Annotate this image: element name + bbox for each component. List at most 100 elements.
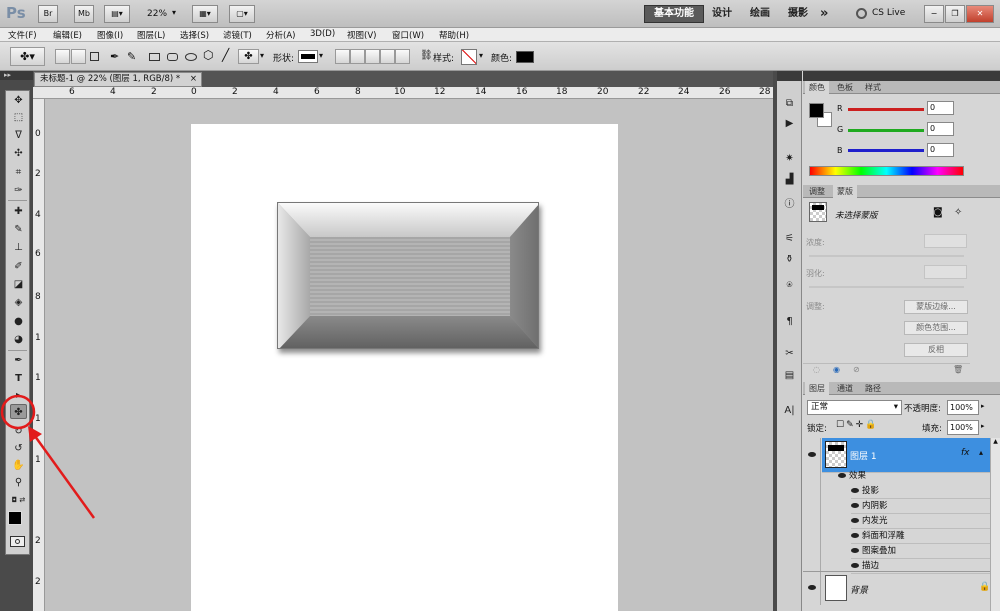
pen-tool-icon[interactable]: ✒ — [10, 353, 27, 368]
tab-swatches[interactable]: 色板 — [833, 81, 857, 94]
channel-g-value[interactable]: 0 — [927, 122, 954, 136]
color-swatch[interactable] — [516, 51, 534, 63]
layers-scrollbar[interactable]: ▲ — [990, 438, 1000, 611]
restore-button[interactable]: ❐ — [945, 5, 965, 23]
effect-bevel-emboss[interactable]: 斜面和浮雕 — [851, 529, 998, 544]
eyedropper-icon[interactable]: ✑ — [10, 183, 27, 198]
more-workspaces-button[interactable]: » — [820, 5, 828, 23]
pixel-mask-icon[interactable]: ◙ — [933, 207, 943, 218]
marquee-tool-icon[interactable]: ⬚ — [10, 110, 27, 125]
mask-edge-button[interactable]: 蒙版边缘... — [904, 300, 968, 314]
type-tool-icon[interactable]: T — [10, 371, 27, 386]
menu-image[interactable]: 图像(I) — [97, 29, 123, 41]
paint-bucket-icon[interactable]: ◈ — [10, 295, 27, 310]
document-canvas[interactable] — [191, 124, 618, 611]
zoom-level[interactable]: 22% — [147, 9, 167, 19]
tab-color[interactable]: 颜色 — [805, 81, 829, 94]
document-tab[interactable]: 未标题-1 @ 22% (图层 1, RGB/8) * × — [34, 72, 202, 87]
workspace-photography[interactable]: 摄影 — [788, 5, 808, 23]
menu-3d[interactable]: 3D(D) — [310, 29, 335, 39]
effect-drop-shadow[interactable]: 投影 — [851, 484, 998, 499]
channel-g-slider[interactable] — [848, 129, 924, 132]
lock-icons[interactable]: ☐✎✛🔒 — [836, 420, 878, 430]
screen-mode-button[interactable]: ▢▾ — [229, 5, 255, 23]
layer-row-background[interactable]: 背景 🔒 — [822, 572, 990, 605]
menu-view[interactable]: 视图(V) — [347, 29, 376, 41]
rounded-rectangle-icon[interactable] — [167, 53, 178, 61]
subtract-area-icon[interactable] — [365, 49, 380, 64]
channel-b-slider[interactable] — [848, 149, 924, 152]
add-area-icon[interactable] — [350, 49, 365, 64]
exclude-area-icon[interactable] — [395, 49, 410, 64]
lasso-tool-icon[interactable]: ᐁ — [10, 128, 27, 143]
healing-brush-icon[interactable]: ✚ — [10, 204, 27, 219]
freeform-pen-icon[interactable]: ✎ — [127, 50, 136, 63]
quick-mask-icon[interactable] — [10, 536, 25, 547]
effect-pattern-overlay[interactable]: 图案叠加 — [851, 544, 998, 559]
view-mask-icon[interactable]: ◉ — [833, 365, 840, 374]
history-icon[interactable]: ⧉ — [781, 96, 798, 111]
measurement-icon[interactable]: ▤ — [781, 368, 798, 383]
disable-mask-icon[interactable]: ⊘ — [853, 365, 860, 374]
menu-window[interactable]: 窗口(W) — [392, 29, 424, 41]
info-icon[interactable]: ⓘ — [781, 197, 798, 212]
layer-row-1[interactable]: 图层 1 fx ▴ — [822, 438, 990, 472]
layer1-visibility[interactable] — [803, 438, 821, 472]
pen-icon[interactable]: ✒ — [110, 50, 119, 63]
channel-r-value[interactable]: 0 — [927, 101, 954, 115]
navigator-icon[interactable]: ✷ — [781, 151, 798, 166]
move-tool-icon[interactable]: ✥ — [10, 93, 27, 108]
rectangle-tool-icon[interactable] — [149, 53, 160, 61]
view-extras-button[interactable]: ▤▾ — [104, 5, 130, 23]
fx-icon[interactable]: fx — [961, 448, 970, 458]
mini-bridge-button[interactable]: Mb — [74, 5, 94, 23]
tool-presets-icon[interactable]: ⍟ — [781, 278, 798, 293]
delete-mask-icon[interactable]: 🗑 — [953, 365, 963, 374]
paragraph-icon[interactable]: ¶ — [781, 314, 798, 329]
fill-input[interactable]: 100% — [947, 420, 979, 435]
close-button[interactable]: ✕ — [966, 5, 994, 23]
fill-slider-icon[interactable]: ▸ — [981, 422, 985, 430]
cs-live-label[interactable]: CS Live — [872, 8, 905, 18]
menu-help[interactable]: 帮助(H) — [439, 29, 469, 41]
bridge-button[interactable]: Br — [38, 5, 58, 23]
color-range-button[interactable]: 颜色范围... — [904, 321, 968, 335]
style-picker[interactable] — [461, 49, 477, 65]
collapse-tools-icon[interactable]: ▸▸ — [0, 71, 33, 80]
3d-panel-icon[interactable]: ✂ — [781, 346, 798, 361]
menu-file[interactable]: 文件(F) — [8, 29, 37, 41]
crop-tool-icon[interactable]: ⌗ — [10, 165, 27, 180]
load-selection-icon[interactable]: ◌ — [813, 365, 820, 374]
arrange-documents-button[interactable]: ▦▾ — [192, 5, 218, 23]
chevron-down-icon[interactable]: ▾ — [319, 51, 323, 60]
close-tab-icon[interactable]: × — [190, 73, 197, 86]
actions-icon[interactable]: ▶ — [781, 116, 798, 131]
vector-mask-icon[interactable]: ✧ — [954, 207, 962, 218]
shape-layers-icon[interactable] — [55, 49, 70, 64]
intersect-area-icon[interactable] — [380, 49, 395, 64]
menu-analysis[interactable]: 分析(A) — [266, 29, 295, 41]
bevel-shape[interactable] — [277, 202, 539, 349]
channel-b-value[interactable]: 0 — [927, 143, 954, 157]
brush-presets-icon[interactable]: ⚟ — [781, 231, 798, 246]
clone-source-icon[interactable]: ⚱ — [781, 252, 798, 267]
tab-paths[interactable]: 路径 — [861, 382, 885, 395]
custom-shape-icon[interactable]: ✤ — [238, 49, 259, 64]
invert-button[interactable]: 反相 — [904, 343, 968, 357]
menu-edit[interactable]: 编辑(E) — [53, 29, 82, 41]
menu-filter[interactable]: 滤镜(T) — [223, 29, 252, 41]
history-brush-icon[interactable]: ✐ — [10, 259, 27, 274]
expand-effects-icon[interactable]: ▴ — [979, 448, 983, 457]
tab-adjustments[interactable]: 调整 — [805, 185, 829, 198]
shape-picker[interactable] — [298, 50, 318, 63]
workspace-essentials[interactable]: 基本功能 — [644, 5, 704, 23]
background-visibility[interactable] — [803, 572, 821, 605]
chevron-down-icon[interactable]: ▾ — [172, 8, 176, 17]
geometry-options-icon[interactable]: ▾ — [260, 51, 264, 60]
effect-inner-glow[interactable]: 内发光 — [851, 514, 998, 529]
effects-header[interactable]: 效果 — [838, 469, 866, 484]
line-icon[interactable]: ╱ — [222, 48, 229, 62]
clone-stamp-icon[interactable]: ⊥ — [10, 240, 27, 255]
chevron-down-icon[interactable]: ▾ — [479, 51, 483, 60]
link-icon[interactable]: ⛓ — [420, 50, 433, 61]
